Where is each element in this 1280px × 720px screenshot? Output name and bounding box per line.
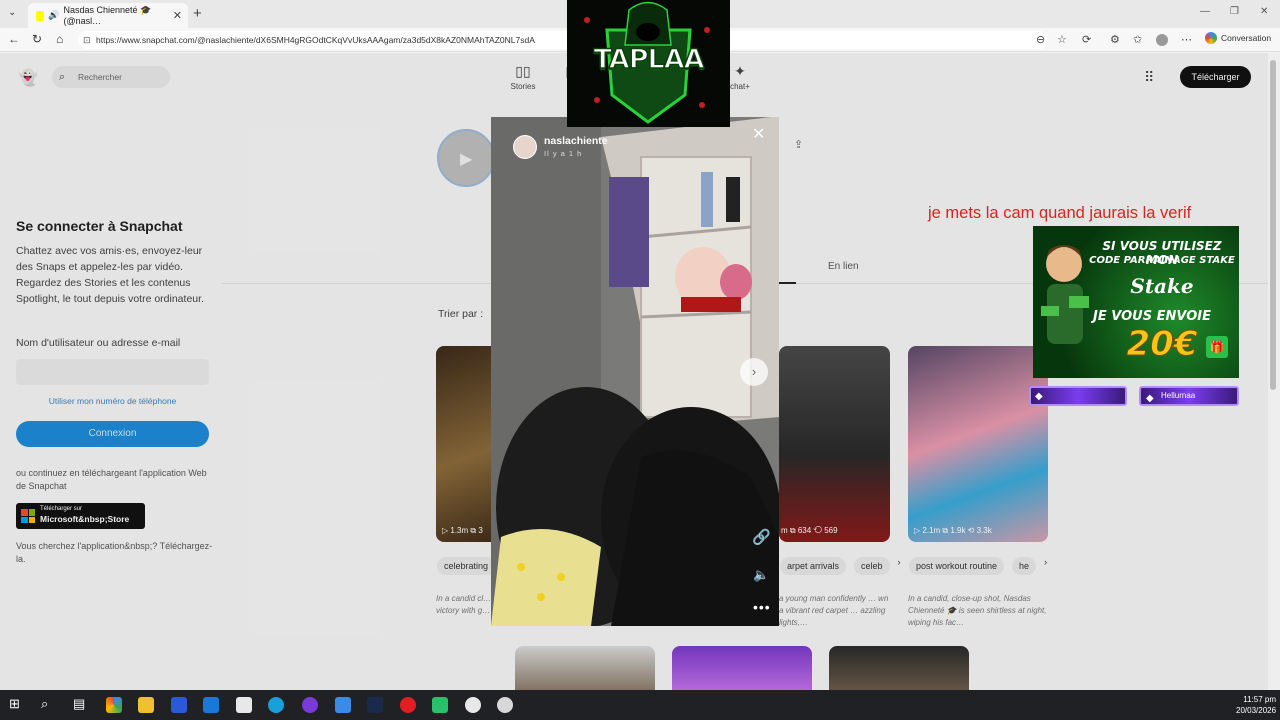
steam-icon[interactable] — [367, 697, 383, 713]
tab-list-chevron-icon[interactable]: ⌄ — [8, 7, 16, 18]
link-icon[interactable]: 🔗 — [752, 528, 771, 546]
notepad-icon[interactable] — [236, 697, 252, 713]
home-icon[interactable]: ⌂ — [56, 32, 63, 46]
sub-alert-name: Hellurnaa — [1161, 391, 1196, 400]
task-view-icon[interactable]: ▤ — [73, 696, 85, 712]
favorites-icon[interactable]: ✩ — [1133, 33, 1142, 46]
clock-time: 11:57 pm — [1243, 695, 1276, 704]
more-options-icon[interactable]: ••• — [753, 599, 771, 615]
copilot-label: Conversation — [1221, 33, 1272, 43]
address-bar[interactable]: ⊡ https://www.snapchat.com/@naslachiente… — [78, 31, 1048, 49]
site-info-icon[interactable]: ⊡ — [83, 31, 91, 49]
app-icon[interactable] — [335, 697, 351, 713]
favorite-star-icon[interactable]: ☆ — [1057, 33, 1067, 46]
story-avatar[interactable] — [513, 135, 537, 159]
windows-taskbar: ⊞ ⌕ ▤ 11:57 pm 20/03/2026 — [0, 690, 1280, 720]
more-menu-icon[interactable]: ⋯ — [1181, 33, 1192, 46]
gift-icon: 🎁 — [1206, 336, 1228, 358]
cartoon-character-icon — [1041, 245, 1089, 344]
scrollbar-thumb[interactable] — [1270, 60, 1276, 390]
snapchat-favicon-icon — [36, 10, 45, 21]
profile-avatar-icon[interactable] — [1156, 34, 1168, 46]
sound-icon[interactable]: 🔈 — [753, 567, 769, 583]
system-clock[interactable]: 11:57 pm 20/03/2026 — [1236, 694, 1276, 716]
story-username[interactable]: naslachiente — [544, 135, 608, 147]
speaker-icon[interactable]: 🔊 — [48, 10, 59, 21]
copilot-button[interactable]: Conversation — [1205, 32, 1271, 44]
story-viewer[interactable]: naslachiente Il y a 1 h ✕ › 🔗 🔈 ••• — [491, 117, 779, 626]
close-tab-icon[interactable]: ✕ — [173, 9, 182, 22]
extensions-icon[interactable]: ⚙ — [1110, 33, 1120, 46]
promo-line-2: CODE PARRAINAGE STAKE — [1089, 255, 1235, 266]
search-icon[interactable]: ⌕ — [41, 696, 48, 712]
stake-brand: Stake — [1130, 274, 1194, 298]
sync-icon[interactable]: ⟳ — [1082, 33, 1091, 46]
mail-icon[interactable] — [203, 697, 219, 713]
promo-line-3: JE VOUS ENVOIE — [1093, 309, 1211, 324]
maximize-icon[interactable]: ❐ — [1230, 6, 1239, 17]
edge-icon[interactable] — [268, 697, 284, 713]
back-icon[interactable]: ← — [8, 32, 20, 46]
copilot-icon — [1205, 32, 1217, 44]
refresh-icon[interactable]: ↻ — [32, 32, 42, 46]
story-timestamp: Il y a 1 h — [544, 149, 583, 158]
file-explorer-icon[interactable] — [138, 697, 154, 713]
close-window-icon[interactable]: ✕ — [1260, 6, 1268, 17]
reader-icon[interactable]: ⊖ — [1036, 33, 1045, 46]
copilot-taskbar-icon[interactable] — [106, 697, 122, 713]
app-icon[interactable] — [497, 697, 513, 713]
next-story-button[interactable]: › — [740, 358, 768, 386]
story-video-frame — [491, 117, 779, 626]
diamond-icon: ◆ — [1035, 391, 1043, 402]
stream-logo-overlay: TAPLAA — [567, 0, 730, 127]
diamond-icon: ◆ — [1146, 393, 1154, 404]
close-icon[interactable]: ✕ — [752, 124, 765, 144]
sub-alert-bar: ◆ Hellurnaa — [1139, 386, 1239, 406]
app-icon[interactable] — [302, 697, 318, 713]
windows-start-icon[interactable]: ⊞ — [9, 696, 20, 712]
app-icon[interactable] — [465, 697, 481, 713]
app-icon[interactable] — [432, 697, 448, 713]
new-tab-button[interactable]: + — [193, 5, 202, 22]
opera-icon[interactable] — [400, 697, 416, 713]
browser-tab-snapchat[interactable]: 🔊 Nasdas Chienneté 🎓 (@nasl… ✕ — [28, 3, 188, 28]
streamer-message: je mets la cam quand jaurais la verif — [928, 204, 1192, 222]
sub-alert-bar: ◆ — [1029, 386, 1127, 406]
url-text: https://www.snapchat.com/@naslachiente/d… — [96, 35, 535, 45]
logo-text: TAPLAA — [593, 43, 706, 76]
store-icon[interactable] — [171, 697, 187, 713]
tab-title: Nasdas Chienneté 🎓 (@nasl… — [63, 5, 152, 26]
minimize-icon[interactable]: — — [1200, 6, 1210, 17]
clock-date: 20/03/2026 — [1236, 706, 1277, 715]
